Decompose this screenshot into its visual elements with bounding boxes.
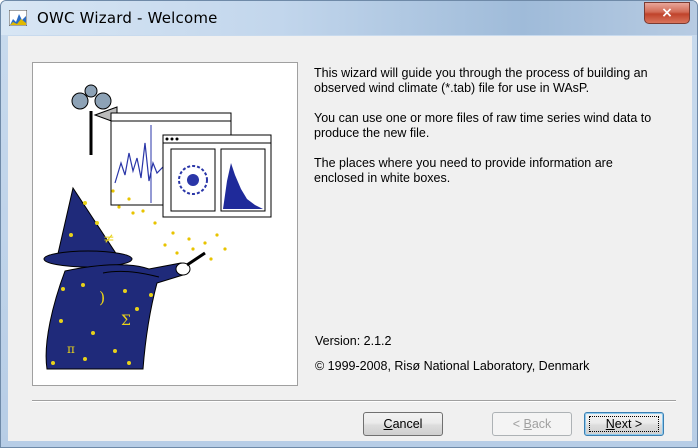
back-button-accel: B bbox=[523, 417, 532, 431]
copyright-label: © 1999-2008, Risø National Laboratory, D… bbox=[315, 359, 590, 373]
intro-paragraph-3: The places where you need to provide inf… bbox=[314, 156, 613, 185]
svg-text:π: π bbox=[67, 342, 75, 356]
title-bar[interactable]: OWC Wizard - Welcome × bbox=[1, 1, 697, 35]
next-button[interactable]: Next > bbox=[584, 412, 664, 436]
cancel-button-accel: C bbox=[383, 417, 393, 431]
back-button[interactable]: < Back bbox=[492, 412, 572, 436]
wizard-illustration: ≠ ) Σ π bbox=[32, 62, 298, 386]
intro-text: This wizard will guide you through the p… bbox=[314, 66, 654, 201]
window-title: OWC Wizard - Welcome bbox=[37, 9, 218, 27]
svg-text:Σ: Σ bbox=[121, 313, 131, 329]
svg-text:≠: ≠ bbox=[103, 231, 115, 247]
back-button-prefix: < bbox=[512, 417, 524, 431]
wasp-chart-icon bbox=[9, 10, 27, 26]
dialog-body: ≠ ) Σ π This wizard will guide you throu… bbox=[8, 36, 692, 441]
cancel-button-label: ancel bbox=[392, 417, 423, 431]
analysis-window-icon bbox=[162, 134, 272, 218]
intro-paragraph-1: This wizard will guide you through the p… bbox=[314, 66, 648, 95]
wizard-window: OWC Wizard - Welcome × ≠) Σ π This wiza… bbox=[0, 0, 698, 448]
anemometer-icon bbox=[71, 84, 118, 155]
back-button-label: ack bbox=[531, 417, 552, 431]
close-icon: × bbox=[661, 5, 673, 21]
wizard-graphic: ≠ ) Σ π bbox=[43, 84, 272, 370]
button-divider bbox=[32, 400, 676, 402]
close-button[interactable]: × bbox=[644, 2, 690, 24]
focus-rect bbox=[589, 416, 659, 432]
intro-paragraph-2: You can use one or more files of raw tim… bbox=[314, 111, 652, 140]
cancel-button[interactable]: Cancel bbox=[363, 412, 443, 436]
svg-text:): ) bbox=[99, 288, 105, 307]
version-label: Version: 2.1.2 bbox=[315, 334, 392, 348]
